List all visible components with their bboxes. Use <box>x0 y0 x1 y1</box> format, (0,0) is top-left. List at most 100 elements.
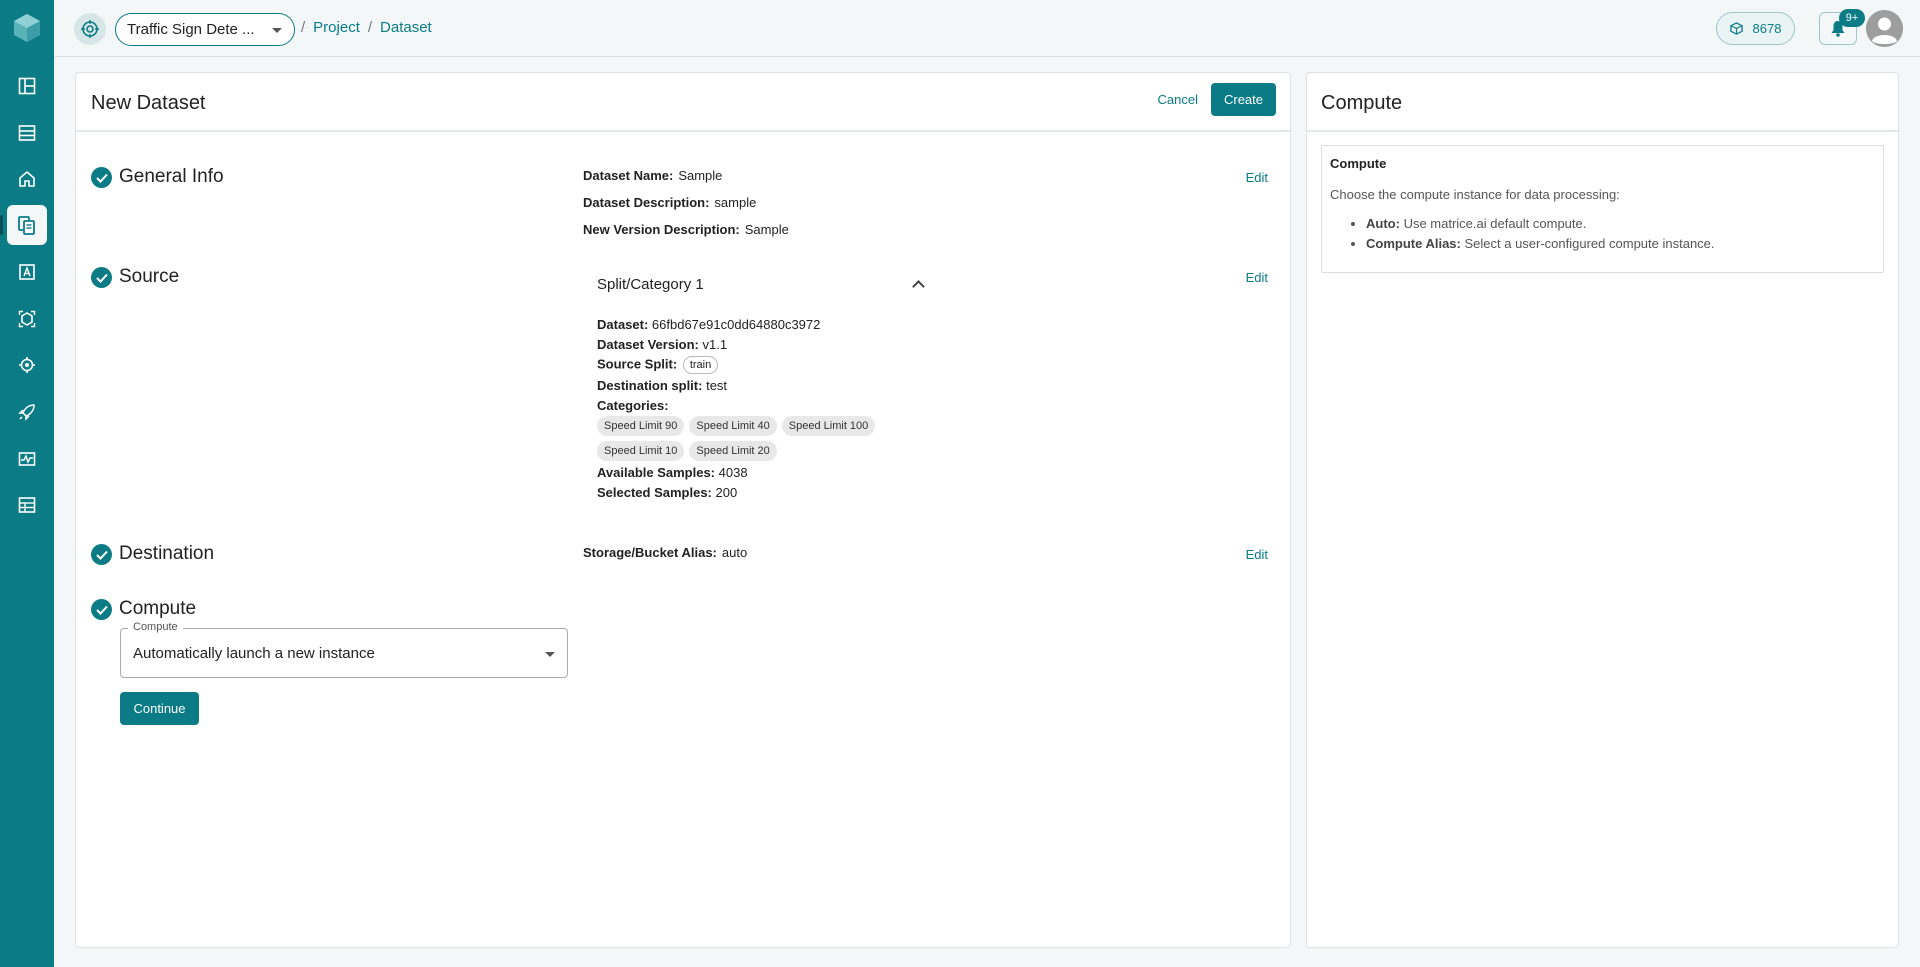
field-label: Available Samples: <box>597 465 716 480</box>
category-chip: Speed Limit 40 <box>689 416 777 436</box>
settings-icon <box>19 357 35 373</box>
field-label: Dataset: <box>597 317 649 332</box>
avatar[interactable] <box>1866 10 1903 47</box>
chevron-up-icon <box>912 280 925 293</box>
breadcrumb-dataset[interactable]: Dataset <box>380 19 432 36</box>
category-chip: Speed Limit 100 <box>781 416 876 436</box>
edit-source-link[interactable]: Edit <box>1246 270 1268 285</box>
monitor-icon <box>18 452 36 466</box>
sidebar-item-settings[interactable] <box>7 345 47 385</box>
side-panel-title: Compute <box>1321 92 1403 114</box>
sidebar-item-monitor[interactable] <box>7 439 47 479</box>
dataset-name-row: Dataset Name: Sample <box>583 168 722 183</box>
step-title: Destination <box>119 543 215 564</box>
compute-info-box: Compute Choose the compute instance for … <box>1321 145 1884 273</box>
category-chip: Speed Limit 10 <box>597 441 685 461</box>
categories-row: Categories: <box>597 398 669 413</box>
list-item: Compute Alias: Select a user-configured … <box>1366 236 1875 251</box>
avatar-icon <box>1866 10 1903 47</box>
cancel-button[interactable]: Cancel <box>1158 92 1198 107</box>
field-label: Storage/Bucket Alias: <box>583 545 717 560</box>
credits-value: 8678 <box>1752 21 1782 36</box>
field-label: Destination split: <box>597 378 703 393</box>
step-title: General Info <box>119 166 224 187</box>
notification-badge: 9+ <box>1839 9 1865 27</box>
rocket-icon <box>18 404 35 421</box>
datasets-icon <box>18 125 36 141</box>
split-category-title: Split/Category 1 <box>597 276 704 293</box>
edit-general-info-link[interactable]: Edit <box>1246 170 1268 185</box>
check-icon <box>91 267 112 288</box>
cube-icon <box>1729 22 1743 35</box>
create-button[interactable]: Create <box>1211 83 1276 116</box>
side-panel-header: Compute <box>1307 73 1898 132</box>
source-split-row: Source Split: train <box>597 356 719 374</box>
version-description-row: New Version Description: Sample <box>583 222 789 237</box>
field-label: Categories: <box>597 398 669 413</box>
top-bar: Traffic Sign Dete ... / Project / Datase… <box>54 0 1920 57</box>
chevron-down-icon <box>272 28 282 33</box>
check-icon <box>91 167 112 188</box>
sidebar-item-deploy[interactable] <box>7 392 47 432</box>
new-dataset-panel: New Dataset Cancel Create General Info D… <box>75 72 1291 948</box>
sidebar-item-datasets[interactable] <box>7 113 47 153</box>
breadcrumb: / Project / Dataset <box>301 19 432 36</box>
app-logo-icon[interactable] <box>13 13 41 43</box>
model-icon <box>18 310 36 328</box>
copy-icon <box>18 216 35 235</box>
sidebar-item-tables[interactable] <box>7 485 47 525</box>
annotation-icon <box>19 264 35 280</box>
compute-select[interactable]: Compute Automatically launch a new insta… <box>120 621 568 678</box>
credits-button[interactable]: 8678 <box>1716 12 1795 45</box>
category-chip: Speed Limit 20 <box>689 441 777 461</box>
field-value: 4038 <box>718 465 748 480</box>
list-item-term: Compute Alias: <box>1366 236 1461 251</box>
project-select[interactable]: Traffic Sign Dete ... <box>115 13 295 46</box>
field-value: auto <box>721 545 748 560</box>
field-label: Selected Samples: <box>597 485 712 500</box>
field-value: 200 <box>715 485 738 500</box>
panel-header: New Dataset Cancel Create <box>76 73 1290 132</box>
selected-samples-row: Selected Samples: 200 <box>597 485 737 500</box>
compute-select-label: Compute <box>128 621 183 633</box>
field-label: Dataset Name: <box>583 168 674 183</box>
compute-options-list: Auto: Use matrice.ai default compute. Co… <box>1330 216 1875 251</box>
breadcrumb-separator: / <box>301 19 306 36</box>
project-select-value: Traffic Sign Dete ... <box>127 21 255 38</box>
compute-select-value: Automatically launch a new instance <box>133 645 375 662</box>
field-label: New Version Description: <box>583 222 740 237</box>
list-item: Auto: Use matrice.ai default compute. <box>1366 216 1875 231</box>
field-label: Source Split: <box>597 356 678 372</box>
breadcrumb-project[interactable]: Project <box>313 19 360 36</box>
category-chip: Speed Limit 90 <box>597 416 685 436</box>
check-icon <box>91 544 112 565</box>
list-item-term: Auto: <box>1366 216 1400 231</box>
split-category-header[interactable]: Split/Category 1 <box>597 276 925 293</box>
chevron-down-icon <box>545 652 555 657</box>
dashboard-icon <box>18 77 36 95</box>
info-box-description: Choose the compute instance for data pro… <box>1330 187 1620 202</box>
sidebar-item-models[interactable] <box>7 299 47 339</box>
field-value: sample <box>714 195 757 210</box>
step-title: Compute <box>119 598 197 619</box>
sidebar-item-home[interactable] <box>7 159 47 199</box>
available-samples-row: Available Samples: 4038 <box>597 465 748 480</box>
category-chips: Speed Limit 90 Speed Limit 40 Speed Limi… <box>597 416 917 461</box>
field-value: Sample <box>678 168 723 183</box>
field-value: test <box>706 378 728 393</box>
field-value: v1.1 <box>702 337 728 352</box>
dataset-description-row: Dataset Description: sample <box>583 195 756 210</box>
field-value: 66fbd67e91c0dd64880c3972 <box>651 317 821 332</box>
field-label: Dataset Description: <box>583 195 710 210</box>
breadcrumb-separator: / <box>367 19 373 36</box>
source-version-row: Dataset Version: v1.1 <box>597 337 727 352</box>
edit-destination-link[interactable]: Edit <box>1246 547 1268 562</box>
source-dataset-row: Dataset: 66fbd67e91c0dd64880c3972 <box>597 317 820 332</box>
sidebar-item-dashboard[interactable] <box>7 66 47 106</box>
project-icon[interactable] <box>74 13 106 45</box>
continue-button[interactable]: Continue <box>120 692 199 725</box>
list-item-text: Use matrice.ai default compute. <box>1403 216 1587 231</box>
list-item-text: Select a user-configured compute instanc… <box>1464 236 1715 251</box>
sidebar-item-annotation[interactable] <box>7 252 47 292</box>
sidebar-item-copy[interactable] <box>0 205 47 245</box>
